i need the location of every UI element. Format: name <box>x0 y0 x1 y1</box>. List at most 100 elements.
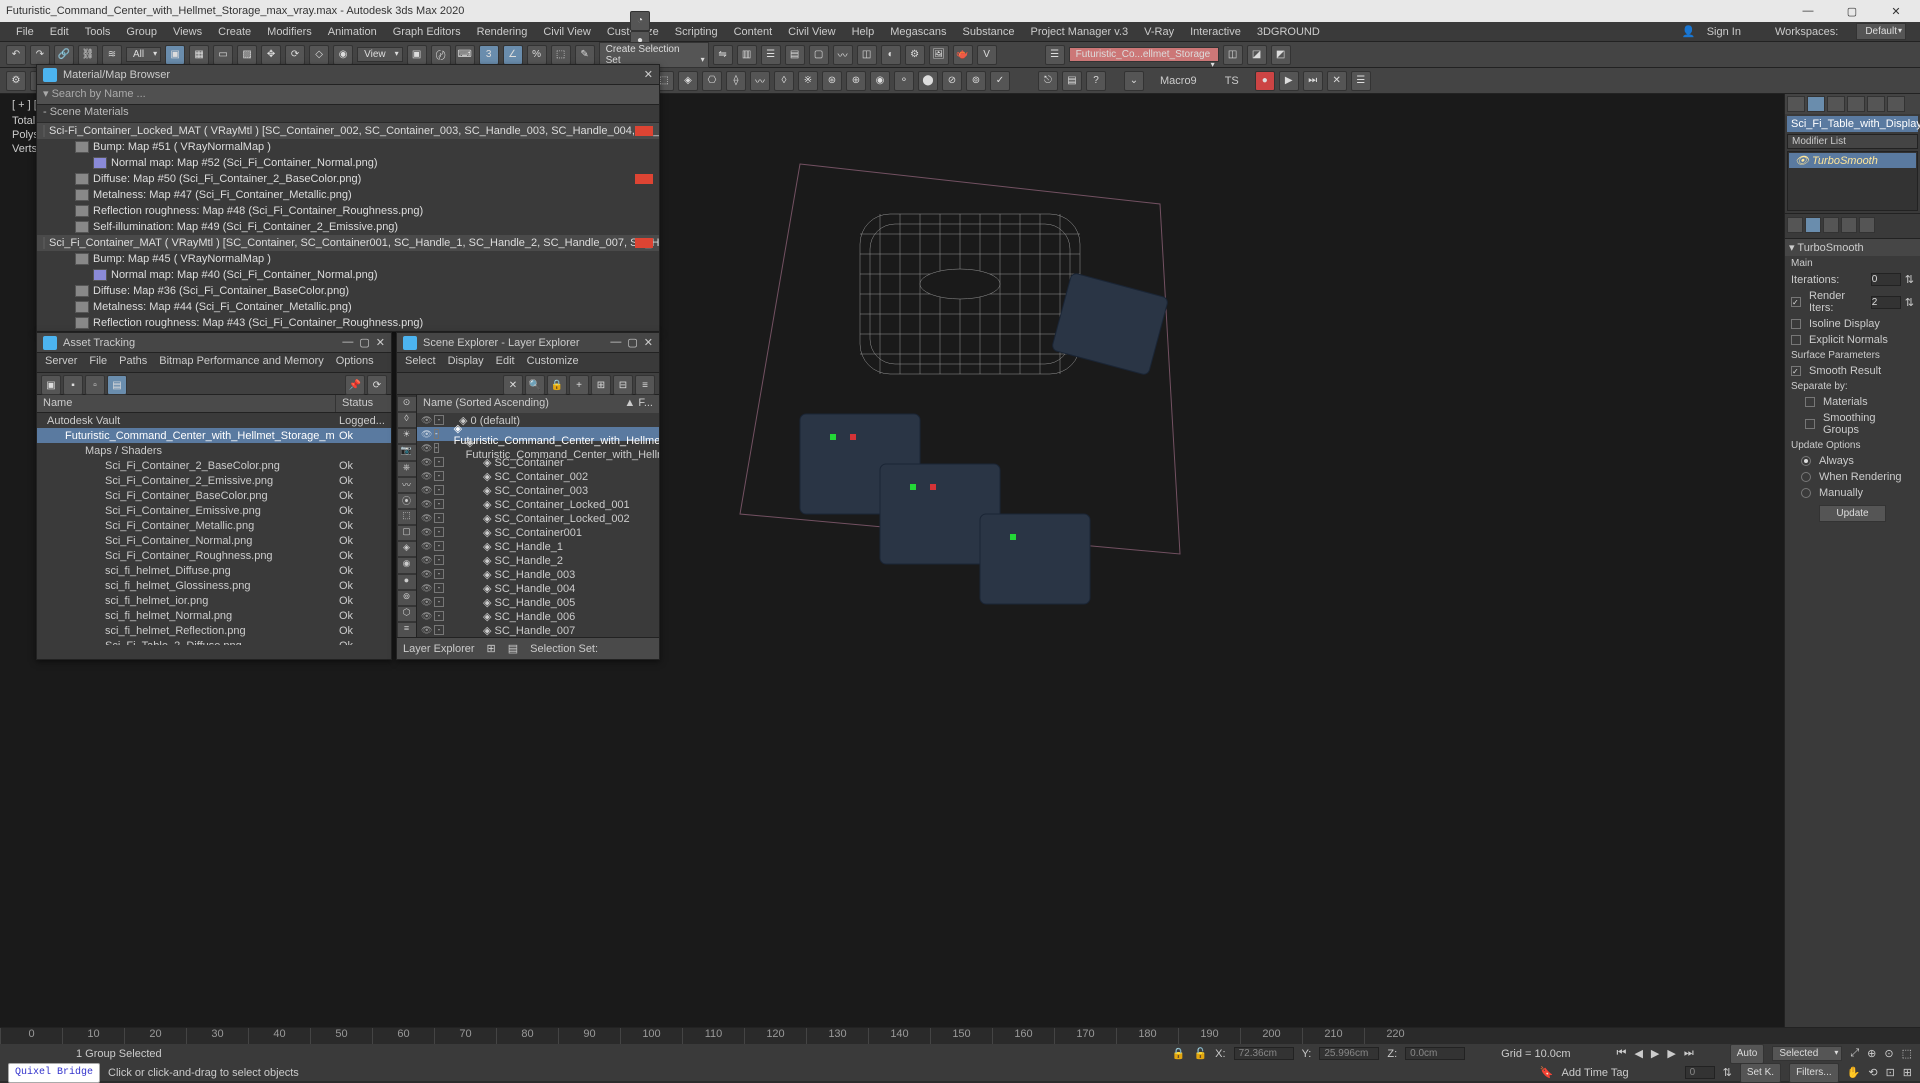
remove-icon[interactable] <box>1841 217 1857 233</box>
create-tab-icon[interactable] <box>1787 96 1805 112</box>
playback-prev-icon[interactable]: ◀ <box>1634 1047 1642 1060</box>
tool-icon[interactable]: ▤ <box>1062 71 1082 91</box>
manually-radio[interactable] <box>1801 488 1811 498</box>
tool-icon[interactable]: ⬤ <box>918 71 938 91</box>
tool-icon[interactable]: ◉ <box>870 71 890 91</box>
tool-icon[interactable]: ⊛ <box>822 71 842 91</box>
spinner-icon[interactable]: ⇅ <box>1905 273 1914 286</box>
menu-edit[interactable]: Edit <box>42 24 77 40</box>
render-iters-input[interactable] <box>1871 296 1901 309</box>
vray-fb-icon[interactable]: V <box>977 45 997 65</box>
filter-icon[interactable]: ⬡ <box>398 607 416 621</box>
column-name[interactable]: Name (Sorted Ascending) <box>423 397 549 411</box>
minimize-icon[interactable]: — <box>610 336 621 349</box>
asset-row[interactable]: Futuristic_Command_Center_with_Hellmet_S… <box>37 428 391 443</box>
spinner-icon[interactable]: ⇅ <box>1723 1066 1732 1079</box>
asset-row[interactable]: Sci_Fi_Container_BaseColor.pngOk <box>37 488 391 503</box>
material-row[interactable]: Bump: Map #51 ( VRayNormalMap ) <box>37 139 659 155</box>
close-button[interactable]: ✕ <box>1878 2 1914 20</box>
tool-icon[interactable]: ▤ <box>107 375 127 395</box>
tool-icon[interactable]: ⎔ <box>702 71 722 91</box>
tool-icon[interactable]: ⊘ <box>942 71 962 91</box>
layers-icon[interactable]: ≡ <box>635 375 655 395</box>
minimize-button[interactable]: — <box>1790 2 1826 20</box>
nav-icon[interactable]: ⬚ <box>1902 1047 1912 1060</box>
minimize-icon[interactable]: — <box>342 336 353 349</box>
column-status[interactable]: Status <box>335 395 391 412</box>
filter-icon[interactable]: ⊚ <box>398 591 416 605</box>
workspace-dropdown[interactable]: Default <box>1856 23 1906 40</box>
tool-icon[interactable]: ▫ <box>85 375 105 395</box>
time-ruler[interactable]: 0102030405060708090100110120130140150160… <box>0 1028 1920 1044</box>
filter-icon[interactable]: ● <box>398 575 416 589</box>
next-icon[interactable]: ⏭ <box>1303 71 1323 91</box>
filter-icon[interactable]: ▢ <box>398 526 416 540</box>
snap3d-icon[interactable]: 3 <box>479 45 499 65</box>
asset-row[interactable]: Sci_Fi_Container_Roughness.pngOk <box>37 548 391 563</box>
menu-file[interactable]: File <box>8 24 42 40</box>
spinner-snap-icon[interactable]: ⬚ <box>551 45 571 65</box>
autokey-button[interactable]: Auto <box>1730 1044 1765 1064</box>
lock-icon[interactable]: 🔒 <box>547 375 567 395</box>
close-icon[interactable]: ✕ <box>644 336 653 349</box>
tool-icon[interactable]: ⚬ <box>894 71 914 91</box>
filter-icon[interactable]: ≡ <box>398 623 416 637</box>
asset-row[interactable]: Sci_Fi_Container_Metallic.pngOk <box>37 518 391 533</box>
modifier-list-dropdown[interactable]: Modifier List <box>1787 134 1918 149</box>
material-row[interactable]: Diffuse: Map #36 (Sci_Fi_Container_BaseC… <box>37 283 659 299</box>
render-fb-icon[interactable]: 🖼 <box>929 45 949 65</box>
curve-editor-icon[interactable]: 〰 <box>833 45 853 65</box>
menu-grapheditors[interactable]: Graph Editors <box>385 24 469 40</box>
menu-group[interactable]: Group <box>118 24 165 40</box>
tool-icon[interactable]: ✓ <box>990 71 1010 91</box>
lock-icon[interactable]: 🔒 <box>1172 1047 1186 1060</box>
utilities-tab-icon[interactable] <box>1887 96 1905 112</box>
asset-row[interactable]: sci_fi_helmet_Normal.pngOk <box>37 608 391 623</box>
key-filters-button[interactable]: Filters... <box>1789 1063 1839 1083</box>
filter-icon[interactable]: ⊙ <box>398 397 416 411</box>
modifier-stack[interactable]: 👁 TurboSmooth <box>1787 151 1918 211</box>
scene-materials-section[interactable]: - Scene Materials <box>37 105 659 123</box>
select-rect-icon[interactable]: ▭ <box>213 45 233 65</box>
tool-icon[interactable]: ⚙ <box>6 71 26 91</box>
material-row[interactable]: Bump: Map #45 ( VRayNormalMap ) <box>37 251 659 267</box>
lock-icon[interactable]: 🔓 <box>1193 1047 1207 1060</box>
menu-options[interactable]: Options <box>336 355 374 370</box>
play-icon[interactable]: ▶ <box>1279 71 1299 91</box>
close-icon[interactable]: ✕ <box>644 68 653 81</box>
refcoord-dropdown[interactable]: View <box>357 47 403 62</box>
motion-tab-icon[interactable] <box>1847 96 1865 112</box>
select-object-icon[interactable]: ▣ <box>165 45 185 65</box>
add-time-tag[interactable]: Add Time Tag <box>1562 1067 1629 1079</box>
filter-icon[interactable]: ⎈ <box>398 462 416 476</box>
material-row[interactable]: Metalness: Map #44 (Sci_Fi_Container_Met… <box>37 299 659 315</box>
playback-play-icon[interactable]: ▶ <box>1651 1047 1659 1060</box>
scale-icon[interactable]: ◇ <box>309 45 329 65</box>
when-rendering-radio[interactable] <box>1801 472 1811 482</box>
menu-select[interactable]: Select <box>405 355 436 370</box>
render-setup-icon[interactable]: ⚙ <box>905 45 925 65</box>
filter-icon[interactable]: 📷 <box>398 445 416 459</box>
column-frozen[interactable]: ▲ F... <box>624 397 653 411</box>
tool-icon[interactable]: ▣ <box>41 375 61 395</box>
material-row[interactable]: Self-illumination: Map #49 (Sci_Fi_Conta… <box>37 219 659 235</box>
asset-row[interactable]: sci_fi_helmet_Reflection.pngOk <box>37 623 391 638</box>
tool-icon[interactable]: ⊚ <box>966 71 986 91</box>
percent-snap-icon[interactable]: % <box>527 45 547 65</box>
nav-icon[interactable]: ⊙ <box>1884 1047 1893 1060</box>
rotate-icon[interactable]: ⟳ <box>285 45 305 65</box>
tool-icon[interactable]: 〰 <box>750 71 770 91</box>
scene-node-row[interactable]: 👁-◈ SC_Handle_004 <box>417 581 659 595</box>
explicit-normals-checkbox[interactable] <box>1791 335 1801 345</box>
material-row[interactable]: Reflection roughness: Map #48 (Sci_Fi_Co… <box>37 203 659 219</box>
menu-civilview[interactable]: Civil View <box>535 24 598 40</box>
select-name-icon[interactable]: ▦ <box>189 45 209 65</box>
help-icon[interactable]: ? <box>1086 71 1106 91</box>
menu-vray[interactable]: V-Ray <box>1136 24 1182 40</box>
asset-row[interactable]: Sci_Fi_Table_2_Diffuse.pngOk <box>37 638 391 645</box>
scene-node-row[interactable]: 👁-◈ SC_Handle_003 <box>417 567 659 581</box>
add-icon[interactable]: + <box>569 375 589 395</box>
scene-node-row[interactable]: 👁-◈ SC_Container_Locked_002 <box>417 511 659 525</box>
redo-icon[interactable]: ↷ <box>30 45 50 65</box>
macro-label[interactable]: Macro9 <box>1148 75 1209 87</box>
